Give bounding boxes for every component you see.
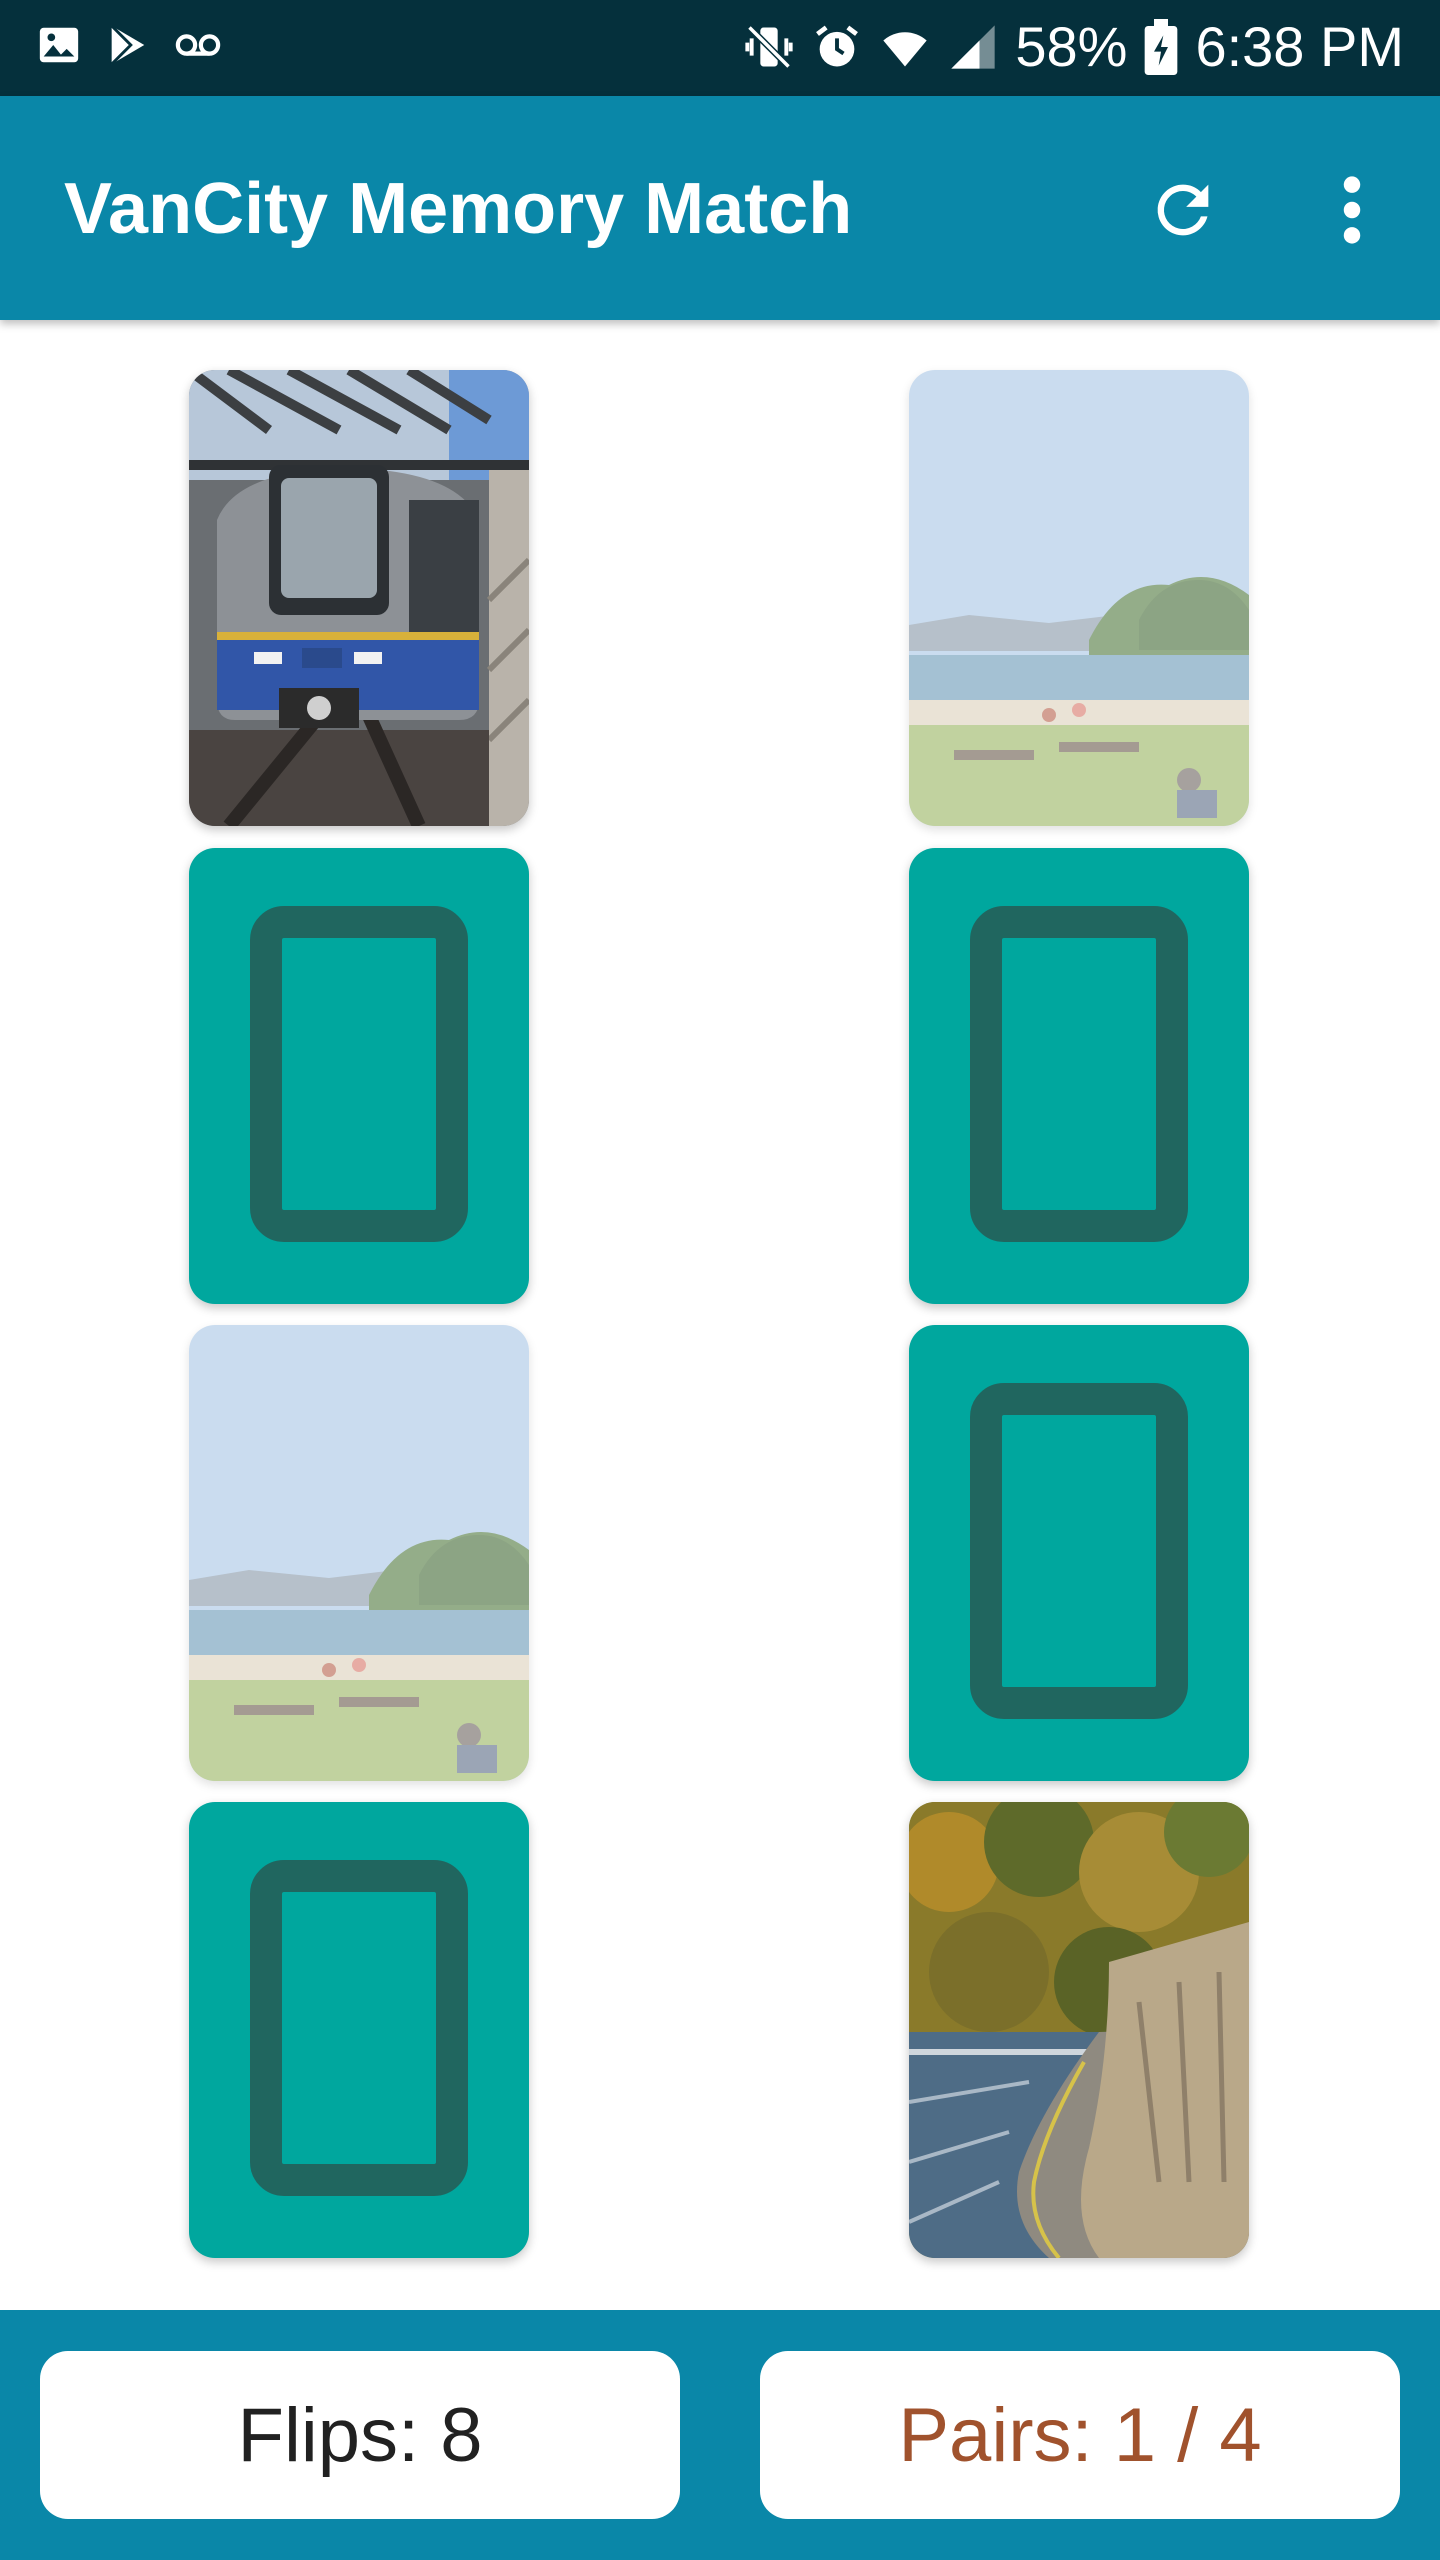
alarm-icon bbox=[816, 25, 859, 66]
status-bar: 58% 6:38 PM bbox=[0, 0, 1440, 96]
wifi-icon bbox=[883, 31, 928, 66]
card-skytrain[interactable] bbox=[189, 370, 529, 826]
seawall-image bbox=[909, 1802, 1249, 2258]
card-face-down[interactable] bbox=[189, 1802, 529, 2258]
card-face-down[interactable] bbox=[909, 1325, 1249, 1781]
play-store-icon bbox=[110, 24, 145, 66]
beach-image bbox=[189, 1325, 529, 1781]
voicemail-icon bbox=[175, 34, 221, 56]
vibrate-mute-icon bbox=[745, 24, 793, 69]
card-back-pattern bbox=[970, 1383, 1188, 1719]
refresh-icon[interactable] bbox=[1145, 172, 1221, 248]
pairs-counter: Pairs: 1 / 4 bbox=[760, 2351, 1400, 2519]
card-face-down[interactable] bbox=[909, 848, 1249, 1304]
card-back-pattern bbox=[250, 1860, 468, 2196]
card-back-pattern bbox=[250, 906, 468, 1242]
clock: 6:38 PM bbox=[1195, 15, 1404, 78]
card-back-pattern bbox=[970, 906, 1188, 1242]
more-vert-icon[interactable] bbox=[1320, 172, 1384, 248]
card-face-down[interactable] bbox=[189, 848, 529, 1304]
flips-counter: Flips: 8 bbox=[40, 2351, 680, 2519]
signal-icon bbox=[951, 24, 996, 69]
app-title: VanCity Memory Match bbox=[64, 169, 853, 249]
beach-image bbox=[909, 370, 1249, 826]
card-seawall[interactable] bbox=[909, 1802, 1249, 2258]
battery-icon bbox=[1145, 18, 1178, 75]
image-icon bbox=[39, 27, 79, 63]
notification-icons bbox=[36, 22, 224, 68]
card-beach bbox=[189, 1325, 529, 1781]
battery-percent: 58% bbox=[1015, 15, 1128, 78]
skytrain-image bbox=[189, 370, 529, 826]
app-bar: VanCity Memory Match bbox=[0, 96, 1440, 320]
card-beach bbox=[909, 370, 1249, 826]
